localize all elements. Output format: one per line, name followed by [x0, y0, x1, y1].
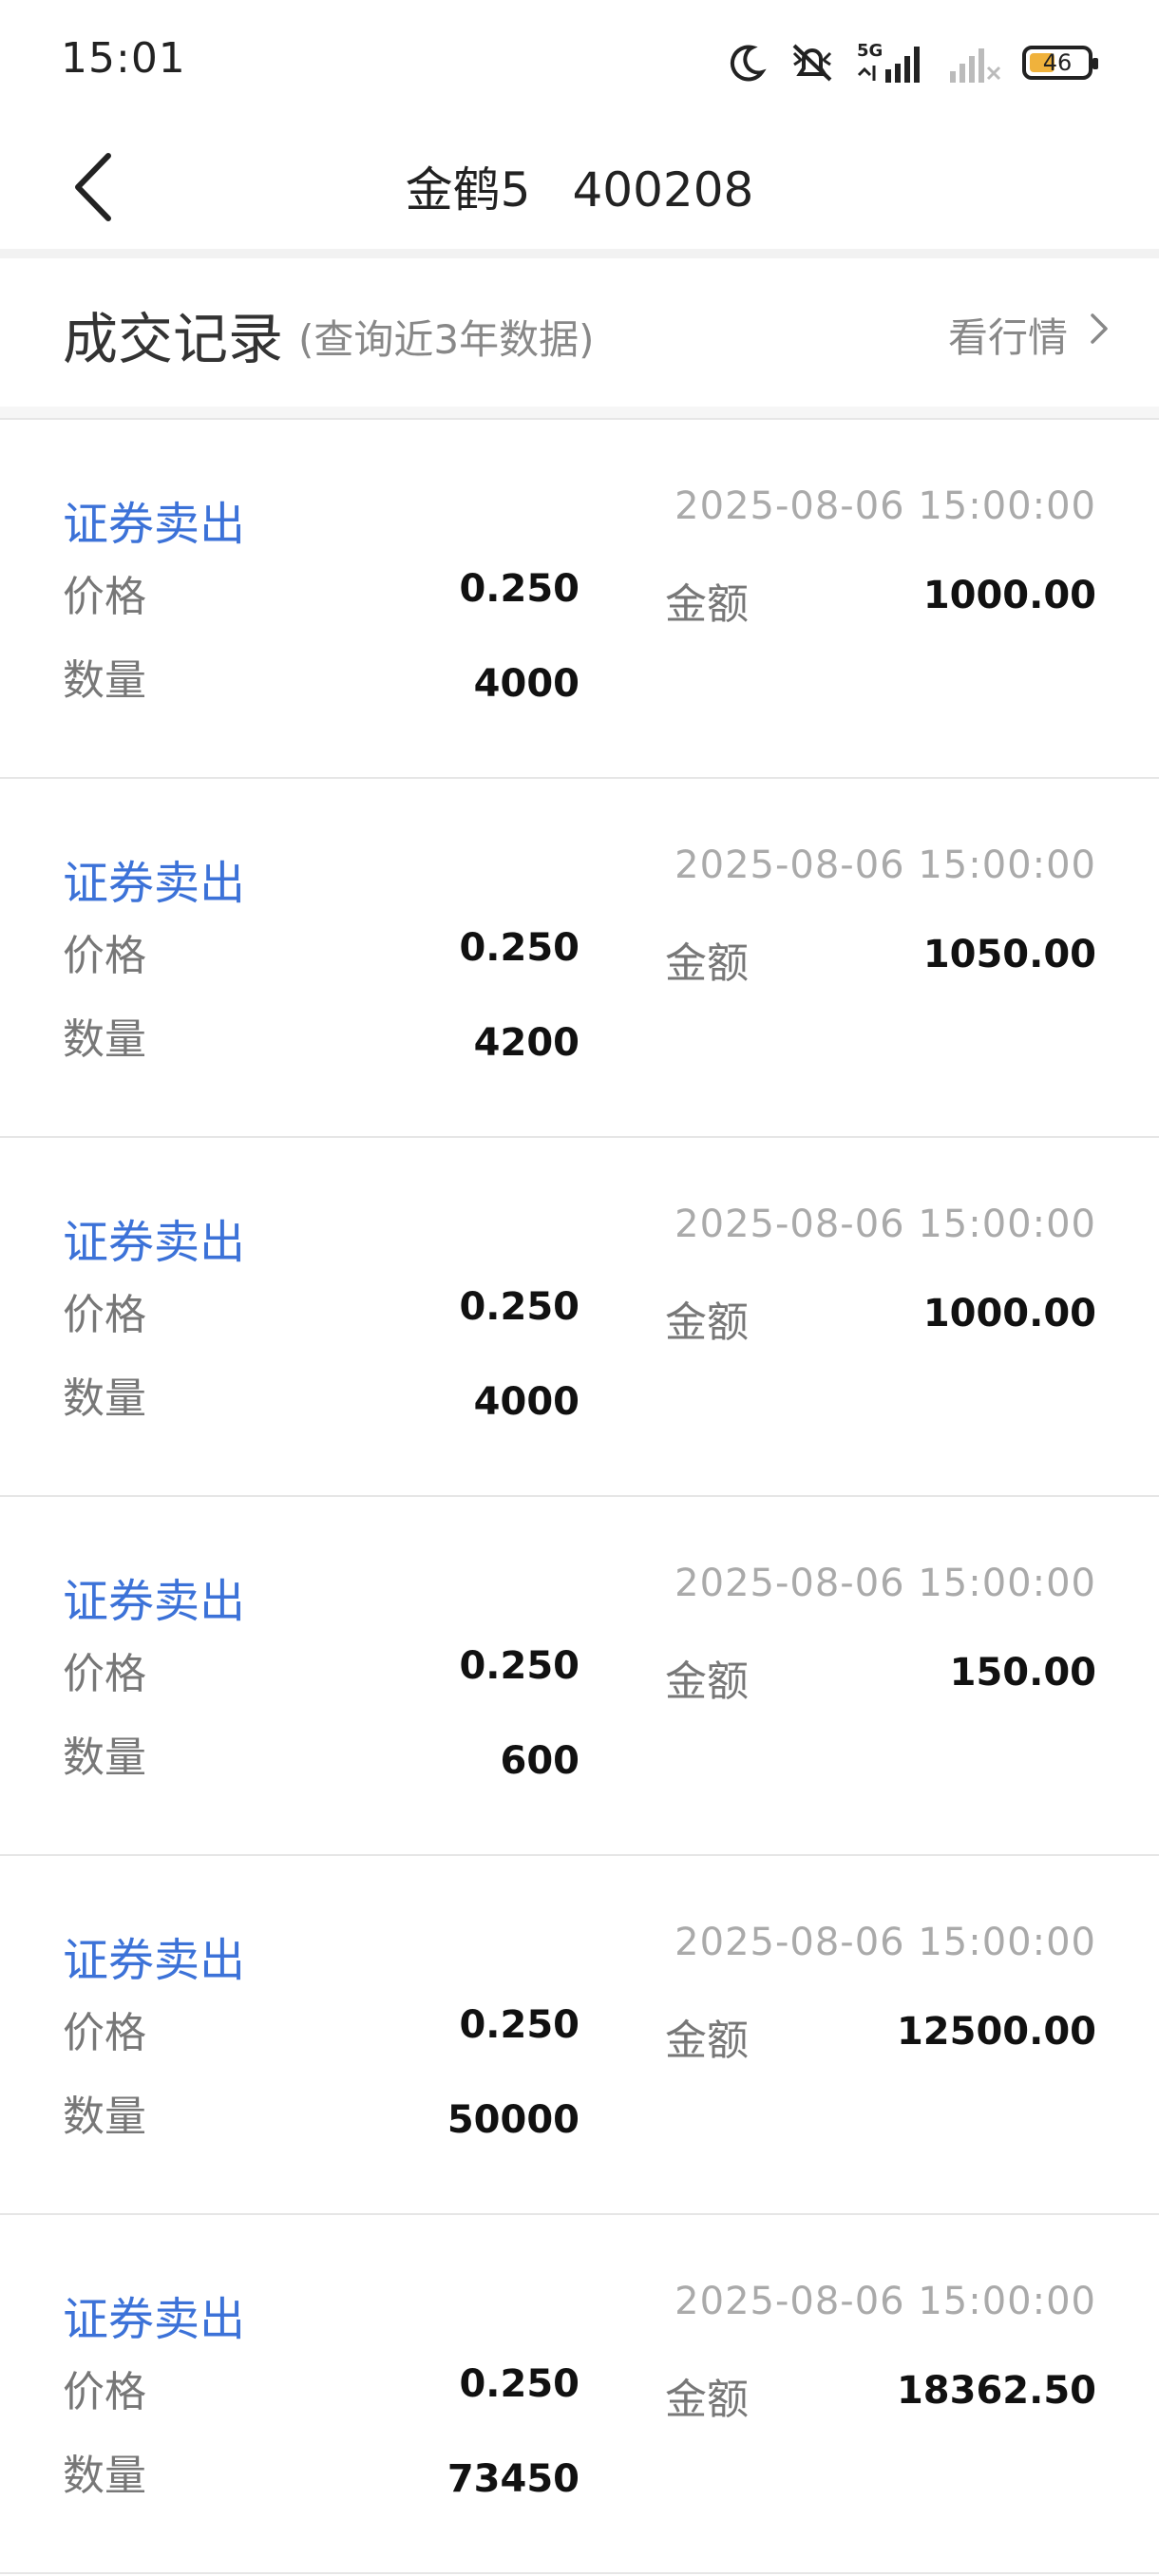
section-header: 成交记录 (查询近3年数据) 看行情	[0, 258, 1159, 408]
quantity-value: 4000	[473, 1380, 580, 1424]
amount-label: 金额	[665, 2376, 749, 2424]
amount-value: 150.00	[949, 1651, 1096, 1695]
amount-label: 金额	[665, 1298, 749, 1347]
amount-value: 18362.50	[896, 2369, 1096, 2413]
trade-record[interactable]: 证券卖出 2025-08-06 15:00:00 价格 0.250 数量 400…	[0, 418, 1159, 777]
quantity-value: 50000	[446, 2098, 580, 2142]
page-title: 金鹤5 400208	[0, 152, 1159, 220]
record-type: 证券卖出	[63, 1575, 246, 1628]
amount-value: 1050.00	[922, 933, 1096, 976]
header-divider	[0, 249, 1159, 258]
record-time: 2025-08-06 15:00:00	[674, 1921, 1096, 1964]
amount-value: 12500.00	[896, 2010, 1096, 2054]
price-label: 价格	[63, 1650, 146, 1698]
price-value: 0.250	[459, 567, 580, 611]
quantity-label: 数量	[63, 1733, 146, 1782]
quantity-label: 数量	[63, 656, 146, 705]
price-value: 0.250	[459, 2003, 580, 2047]
price-value: 0.250	[459, 1644, 580, 1688]
price-value: 0.250	[459, 1285, 580, 1329]
trade-record[interactable]: 证券卖出 2025-08-06 15:00:00 价格 0.250 数量 600…	[0, 1495, 1159, 1854]
signal-weak-icon	[950, 48, 1001, 83]
price-label: 价格	[63, 2009, 146, 2057]
record-type: 证券卖出	[63, 2293, 246, 2346]
network-label: 5G	[857, 41, 883, 61]
moon-icon	[730, 45, 767, 82]
record-type: 证券卖出	[63, 1216, 246, 1269]
trade-record[interactable]: 证券卖出 2025-08-06 15:00:00 价格 0.250 数量 400…	[0, 1136, 1159, 1495]
price-label: 价格	[63, 932, 146, 980]
record-time: 2025-08-06 15:00:00	[674, 1203, 1096, 1246]
section-subtitle: (查询近3年数据)	[298, 316, 595, 363]
price-label: 价格	[63, 2368, 146, 2416]
stock-code: 400208	[572, 162, 754, 218]
section-divider	[0, 407, 1159, 418]
view-market-link[interactable]: 看行情	[948, 306, 1068, 364]
status-time: 15:01	[61, 34, 186, 83]
record-time: 2025-08-06 15:00:00	[674, 484, 1096, 528]
trade-record[interactable]: 证券卖出 2025-08-06 15:00:00 价格 0.250 数量 420…	[0, 777, 1159, 1136]
mute-icon	[792, 44, 832, 82]
quantity-value: 600	[500, 1739, 580, 1783]
battery-level: 46	[1042, 49, 1073, 76]
stock-name: 金鹤5	[405, 162, 531, 218]
price-label: 价格	[63, 573, 146, 621]
battery-icon: 46	[1022, 46, 1098, 80]
quantity-value: 73450	[446, 2457, 580, 2501]
quantity-label: 数量	[63, 1015, 146, 1064]
quantity-label: 数量	[63, 2093, 146, 2141]
status-bar: 15:01 5G 46	[0, 0, 1159, 125]
record-time: 2025-08-06 15:00:00	[674, 843, 1096, 887]
status-icons: 5G 46	[726, 36, 1098, 89]
trade-record[interactable]: 证券卖出 2025-08-06 15:00:00 价格 0.250 数量 734…	[0, 2213, 1159, 2574]
trade-record[interactable]: 证券卖出 2025-08-06 15:00:00 价格 0.250 数量 500…	[0, 1854, 1159, 2213]
quantity-label: 数量	[63, 1374, 146, 1423]
nav-bar: 金鹤5 400208	[0, 125, 1159, 249]
price-label: 价格	[63, 1291, 146, 1339]
record-time: 2025-08-06 15:00:00	[674, 2280, 1096, 2323]
amount-label: 金额	[665, 2017, 749, 2065]
price-value: 0.250	[459, 2362, 580, 2406]
amount-value: 1000.00	[922, 574, 1096, 617]
amount-label: 金额	[665, 939, 749, 988]
record-time: 2025-08-06 15:00:00	[674, 1562, 1096, 1605]
section-title: 成交记录	[63, 307, 284, 371]
quantity-value: 4000	[473, 662, 580, 706]
amount-value: 1000.00	[922, 1292, 1096, 1335]
record-type: 证券卖出	[63, 1934, 246, 1987]
amount-label: 金额	[665, 580, 749, 629]
record-type: 证券卖出	[63, 498, 246, 551]
amount-label: 金额	[665, 1657, 749, 1706]
price-value: 0.250	[459, 926, 580, 970]
chevron-right-icon[interactable]	[1089, 312, 1110, 346]
record-type: 证券卖出	[63, 857, 246, 910]
signal-icon: 5G	[857, 41, 920, 83]
trade-record-list: 证券卖出 2025-08-06 15:00:00 价格 0.250 数量 400…	[0, 418, 1159, 2574]
quantity-value: 4200	[473, 1021, 580, 1065]
quantity-label: 数量	[63, 2452, 146, 2500]
